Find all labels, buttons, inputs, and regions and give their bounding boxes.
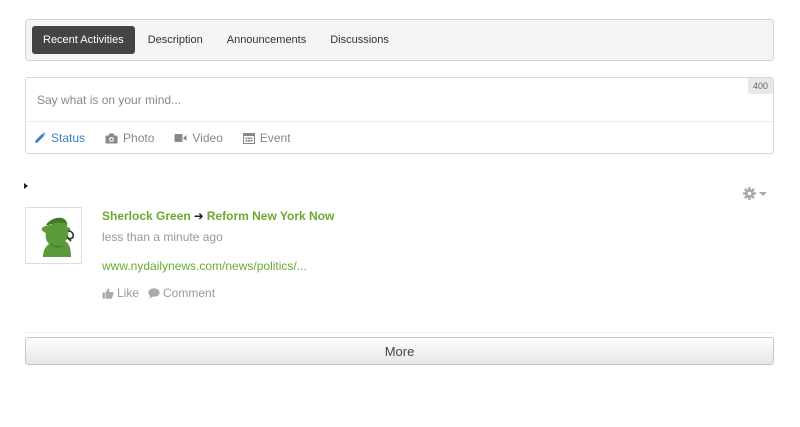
composer-type-event[interactable]: Event (242, 131, 291, 145)
composer-type-label: Status (51, 131, 86, 145)
chevron-down-icon (759, 191, 767, 196)
video-camera-icon (174, 134, 187, 142)
gear-icon (743, 187, 756, 200)
composer-type-bar: Status Photo Video Event (34, 122, 311, 154)
composer-type-video[interactable]: Video (174, 131, 223, 145)
composer-type-label: Event (259, 131, 291, 145)
tab-bar: Recent Activities Description Announceme… (25, 19, 774, 61)
tab-recent-activities[interactable]: Recent Activities (32, 26, 135, 54)
post-timestamp: less than a minute ago (102, 230, 223, 244)
arrow-right-icon: ➜ (193, 209, 204, 223)
composer-type-status[interactable]: Status (34, 131, 85, 145)
composer-type-label: Photo (123, 131, 155, 145)
tab-discussions[interactable]: Discussions (319, 26, 400, 54)
tab-announcements[interactable]: Announcements (216, 26, 318, 54)
caret-right-icon[interactable] (24, 183, 28, 189)
tab-description[interactable]: Description (137, 26, 214, 54)
post-header: Sherlock Green ➜ Reform New York Now (102, 209, 334, 223)
sherlock-silhouette-icon (41, 217, 75, 257)
thumbs-up-icon (102, 288, 114, 299)
pencil-icon (35, 132, 46, 143)
post-target-link[interactable]: Reform New York Now (207, 209, 335, 223)
comment-button[interactable]: Comment (148, 286, 215, 300)
like-button[interactable]: Like (102, 286, 139, 300)
post-options-menu[interactable] (743, 187, 767, 200)
status-composer: 400 Status Photo Video (25, 77, 774, 154)
composer-type-photo[interactable]: Photo (105, 131, 154, 145)
avatar[interactable] (25, 207, 82, 264)
comment-icon (148, 287, 160, 299)
post-url-link[interactable]: www.nydailynews.com/news/politics/... (102, 259, 307, 273)
like-label: Like (117, 286, 140, 300)
load-more-button[interactable]: More (25, 337, 774, 365)
composer-type-label: Video (192, 131, 223, 145)
calendar-icon (242, 133, 255, 144)
post-actions: Like Comment (102, 286, 224, 300)
char-counter: 400 (747, 78, 773, 94)
post-author-link[interactable]: Sherlock Green (102, 209, 191, 223)
status-input[interactable] (26, 78, 773, 121)
feed-divider (25, 332, 774, 333)
camera-icon (105, 133, 118, 143)
comment-label: Comment (163, 286, 216, 300)
